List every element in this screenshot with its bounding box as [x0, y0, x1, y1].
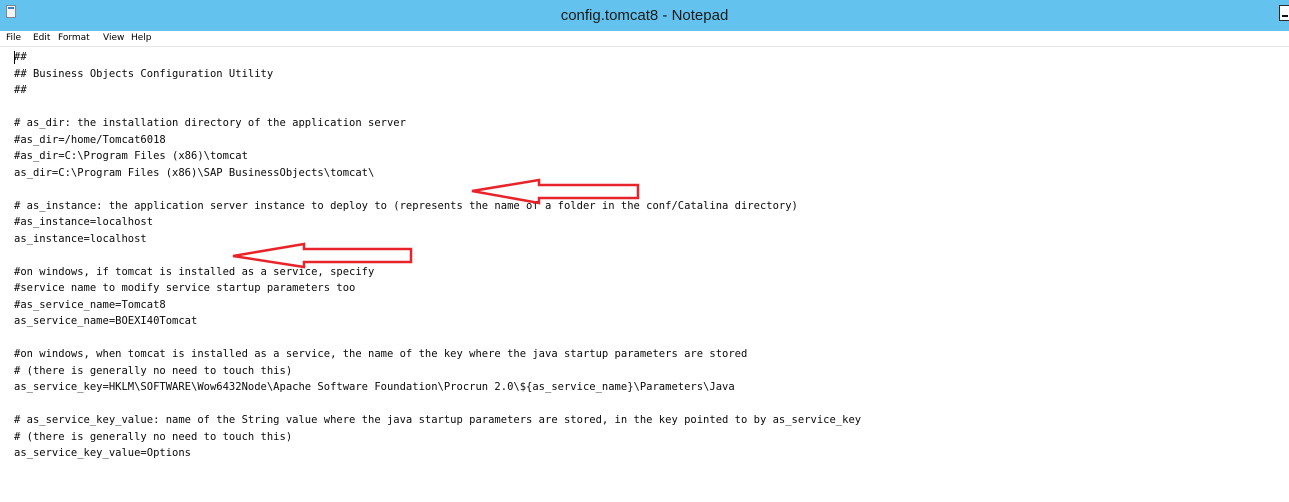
editor-line[interactable]: as_service_name=BOEXI40Tomcat	[14, 315, 197, 327]
menu-file[interactable]: File	[6, 31, 21, 46]
notepad-window: config.tomcat8 - Notepad File Edit Forma…	[0, 0, 1289, 502]
editor-line[interactable]: as_instance=localhost	[14, 233, 147, 245]
editor-line[interactable]: #as_service_name=Tomcat8	[14, 299, 166, 311]
editor-line[interactable]: # (there is generally no need to touch t…	[14, 365, 292, 377]
editor-line[interactable]: #on windows, if tomcat is installed as a…	[14, 266, 374, 278]
editor-line[interactable]: # as_instance: the application server in…	[14, 200, 798, 212]
minimize-button[interactable]	[1279, 5, 1289, 21]
editor-line[interactable]: ##	[14, 51, 27, 63]
editor-line[interactable]: ## Business Objects Configuration Utilit…	[14, 68, 273, 80]
menu-format[interactable]: Format	[58, 31, 90, 46]
editor-line[interactable]: as_service_key=HKLM\SOFTWARE\Wow6432Node…	[14, 381, 735, 393]
window-title: config.tomcat8 - Notepad	[560, 7, 729, 24]
title-bar[interactable]: config.tomcat8 - Notepad	[0, 0, 1289, 31]
editor-line[interactable]: #as_dir=/home/Tomcat6018	[14, 134, 166, 146]
menu-view[interactable]: View	[103, 31, 124, 46]
editor-line[interactable]: #service name to modify service startup …	[14, 282, 355, 294]
editor-line[interactable]: # (there is generally no need to touch t…	[14, 431, 292, 443]
editor-line[interactable]: ##	[14, 84, 27, 96]
text-editor-area[interactable]: ## ## Business Objects Configuration Uti…	[0, 46, 1289, 502]
editor-line[interactable]: #as_instance=localhost	[14, 216, 153, 228]
menu-bar: File Edit Format View Help	[0, 31, 1289, 46]
editor-line[interactable]: # as_service_key_value: name of the Stri…	[14, 414, 861, 426]
menu-help[interactable]: Help	[131, 31, 152, 46]
editor-line[interactable]: as_service_key_value=Options	[14, 447, 191, 459]
menu-edit[interactable]: Edit	[33, 31, 50, 46]
editor-line[interactable]: # as_dir: the installation directory of …	[14, 117, 406, 129]
editor-line[interactable]: #on windows, when tomcat is installed as…	[14, 348, 747, 360]
editor-line[interactable]: #as_dir=C:\Program Files (x86)\tomcat	[14, 150, 248, 162]
editor-text[interactable]: ## ## Business Objects Configuration Uti…	[14, 49, 861, 462]
editor-line[interactable]: as_dir=C:\Program Files (x86)\SAP Busine…	[14, 167, 374, 179]
